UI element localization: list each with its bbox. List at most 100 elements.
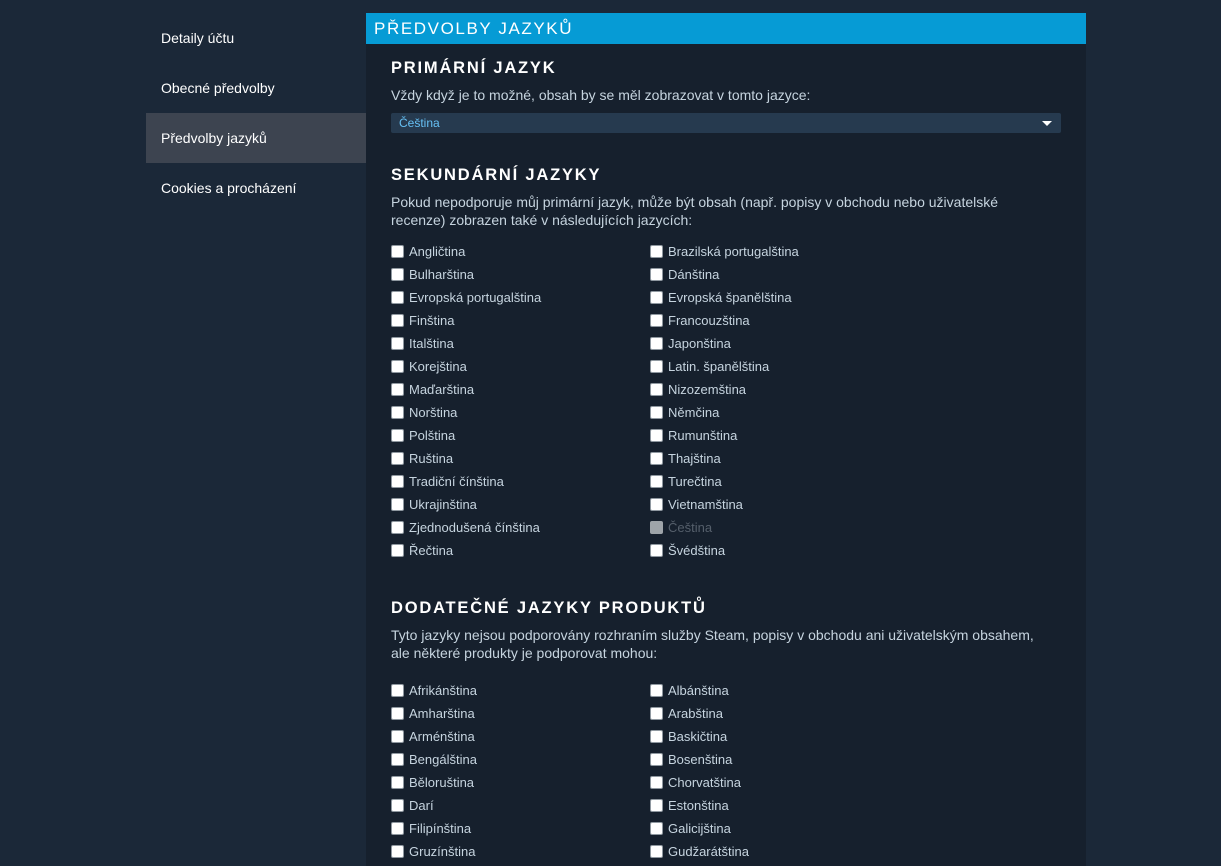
additional-language-option[interactable]: Baskičtina — [650, 725, 909, 748]
language-label: Estonština — [668, 798, 729, 813]
checkbox[interactable] — [650, 406, 663, 419]
secondary-language-option[interactable]: Francouzština — [650, 309, 909, 332]
secondary-language-option[interactable]: Ruština — [391, 447, 650, 470]
additional-language-option[interactable]: Arabština — [650, 702, 909, 725]
checkbox[interactable] — [650, 337, 663, 350]
additional-language-option[interactable]: Bengálština — [391, 748, 650, 771]
secondary-language-option[interactable]: Brazilská portugalština — [650, 240, 909, 263]
secondary-language-option[interactable]: Dánština — [650, 263, 909, 286]
sidebar-item-cookies[interactable]: Cookies a procházení — [146, 163, 366, 213]
checkbox[interactable] — [391, 452, 404, 465]
additional-language-option[interactable]: Darí — [391, 794, 650, 817]
checkbox[interactable] — [650, 799, 663, 812]
secondary-language-option[interactable]: Thajština — [650, 447, 909, 470]
secondary-language-option[interactable]: Finština — [391, 309, 650, 332]
checkbox[interactable] — [391, 475, 404, 488]
secondary-language-option[interactable]: Vietnamština — [650, 493, 909, 516]
checkbox[interactable] — [391, 822, 404, 835]
checkbox[interactable] — [391, 753, 404, 766]
secondary-language-option[interactable]: Rumunština — [650, 424, 909, 447]
checkbox[interactable] — [391, 521, 404, 534]
checkbox[interactable] — [391, 360, 404, 373]
checkbox[interactable] — [650, 291, 663, 304]
checkbox[interactable] — [650, 544, 663, 557]
language-preferences-panel: Předvolby jazyků Primární jazyk Vždy kdy… — [366, 13, 1086, 866]
checkbox[interactable] — [650, 845, 663, 858]
language-label: Dánština — [668, 267, 720, 282]
checkbox[interactable] — [650, 498, 663, 511]
secondary-language-option[interactable]: Ukrajinština — [391, 493, 650, 516]
checkbox[interactable] — [391, 245, 404, 258]
additional-language-option[interactable]: Gruzínština — [391, 840, 650, 863]
primary-language-select[interactable]: Čeština — [391, 113, 1061, 133]
checkbox[interactable] — [391, 429, 404, 442]
secondary-language-option[interactable]: Zjednodušená čínština — [391, 516, 650, 539]
checkbox[interactable] — [650, 268, 663, 281]
checkbox[interactable] — [650, 776, 663, 789]
checkbox[interactable] — [391, 268, 404, 281]
secondary-language-option[interactable]: Řečtina — [391, 539, 650, 562]
checkbox[interactable] — [650, 314, 663, 327]
additional-language-option[interactable]: Chorvatština — [650, 771, 909, 794]
sidebar-item-language-preferences[interactable]: Předvolby jazyků — [146, 113, 366, 163]
checkbox[interactable] — [391, 337, 404, 350]
checkbox[interactable] — [391, 730, 404, 743]
secondary-language-option[interactable]: Angličtina — [391, 240, 650, 263]
additional-languages-section: Dodatečné jazyky produktů Tyto jazyky ne… — [366, 562, 1086, 662]
checkbox[interactable] — [391, 314, 404, 327]
secondary-language-option[interactable]: Švédština — [650, 539, 909, 562]
language-label: Arménština — [409, 729, 475, 744]
secondary-language-option[interactable]: Polština — [391, 424, 650, 447]
secondary-language-option[interactable]: Maďarština — [391, 378, 650, 401]
secondary-language-option[interactable]: Korejština — [391, 355, 650, 378]
checkbox[interactable] — [650, 245, 663, 258]
checkbox[interactable] — [650, 730, 663, 743]
secondary-language-option[interactable]: Japonština — [650, 332, 909, 355]
secondary-language-option[interactable]: Tradiční čínština — [391, 470, 650, 493]
secondary-language-option[interactable]: Němčina — [650, 401, 909, 424]
checkbox[interactable] — [391, 684, 404, 697]
sidebar-item-general-preferences[interactable]: Obecné předvolby — [146, 63, 366, 113]
checkbox[interactable] — [650, 429, 663, 442]
additional-language-option[interactable]: Albánština — [650, 679, 909, 702]
checkbox[interactable] — [650, 383, 663, 396]
secondary-language-option[interactable]: Latin. španělština — [650, 355, 909, 378]
checkbox[interactable] — [391, 291, 404, 304]
additional-language-option[interactable]: Arménština — [391, 725, 650, 748]
additional-language-option[interactable]: Běloruština — [391, 771, 650, 794]
secondary-language-option[interactable]: Evropská španělština — [650, 286, 909, 309]
checkbox[interactable] — [650, 684, 663, 697]
secondary-language-option[interactable]: Turečtina — [650, 470, 909, 493]
checkbox[interactable] — [391, 707, 404, 720]
additional-language-option[interactable]: Estonština — [650, 794, 909, 817]
checkbox[interactable] — [391, 776, 404, 789]
checkbox[interactable] — [391, 799, 404, 812]
checkbox[interactable] — [650, 753, 663, 766]
checkbox — [650, 521, 663, 534]
checkbox[interactable] — [391, 498, 404, 511]
checkbox[interactable] — [391, 544, 404, 557]
secondary-language-option[interactable]: Evropská portugalština — [391, 286, 650, 309]
checkbox[interactable] — [391, 383, 404, 396]
checkbox[interactable] — [391, 845, 404, 858]
additional-language-option[interactable]: Filipínština — [391, 817, 650, 840]
checkbox[interactable] — [650, 475, 663, 488]
secondary-language-option[interactable]: Norština — [391, 401, 650, 424]
checkbox[interactable] — [650, 822, 663, 835]
language-label: Tradiční čínština — [409, 474, 504, 489]
additional-language-option[interactable]: Amharština — [391, 702, 650, 725]
additional-language-option[interactable]: Bosenština — [650, 748, 909, 771]
checkbox[interactable] — [650, 707, 663, 720]
checkbox[interactable] — [650, 360, 663, 373]
secondary-language-option[interactable]: Nizozemština — [650, 378, 909, 401]
secondary-language-option[interactable]: Italština — [391, 332, 650, 355]
language-label: Bulharština — [409, 267, 475, 282]
checkbox[interactable] — [391, 406, 404, 419]
language-label: Zjednodušená čínština — [409, 520, 540, 535]
sidebar-item-account-details[interactable]: Detaily účtu — [146, 13, 366, 63]
additional-language-option[interactable]: Galicijština — [650, 817, 909, 840]
additional-language-option[interactable]: Afrikánština — [391, 679, 650, 702]
secondary-language-option[interactable]: Bulharština — [391, 263, 650, 286]
checkbox[interactable] — [650, 452, 663, 465]
additional-language-option[interactable]: Gudžarátština — [650, 840, 909, 863]
